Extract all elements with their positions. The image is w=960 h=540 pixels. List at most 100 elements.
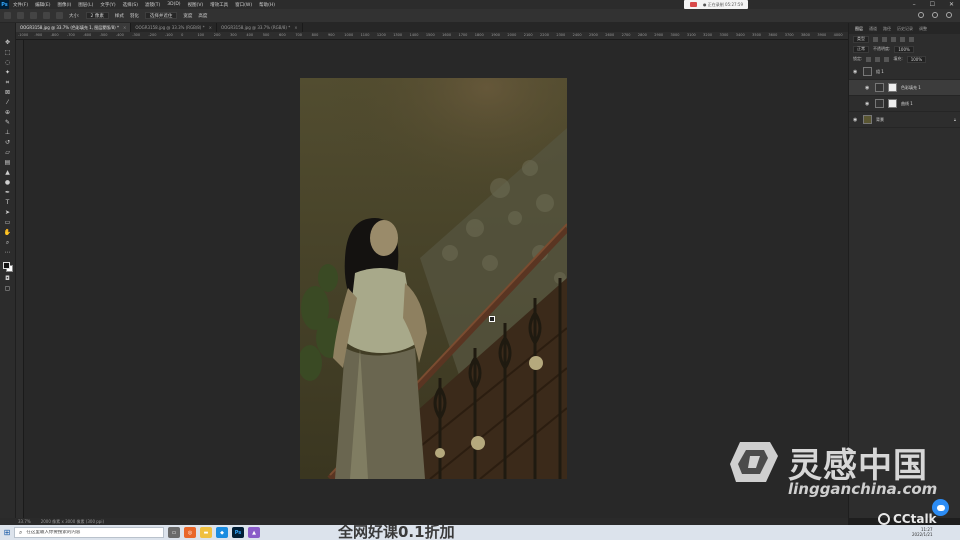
lasso-tool-icon[interactable]: ◌ — [4, 59, 12, 67]
brush-tool-icon[interactable]: ✎ — [4, 119, 12, 127]
filter-pixel-icon[interactable] — [873, 36, 878, 42]
crop-tool-icon[interactable]: ⌗ — [4, 79, 12, 87]
dodge-tool-icon[interactable]: ● — [4, 179, 12, 187]
menu-view[interactable]: 视图(V) — [188, 2, 204, 8]
app-recorder-icon[interactable]: ▲ — [248, 527, 260, 538]
document-info[interactable]: 2000 像素 x 3000 像素 (300 ppi) — [41, 519, 104, 525]
zoom-level[interactable]: 33.7% — [18, 519, 31, 524]
eraser-tool-icon[interactable]: ▱ — [4, 149, 12, 157]
windows-start-icon[interactable]: ⊞ — [0, 525, 14, 540]
lock-all-icon[interactable] — [884, 56, 890, 62]
app-browser-icon[interactable]: ◎ — [184, 527, 196, 538]
menu-image[interactable]: 图像(I) — [57, 2, 71, 8]
layer-row[interactable]: ◉ 曲线 1 — [849, 96, 960, 112]
filter-smart-icon[interactable] — [909, 36, 914, 42]
tab-paths[interactable]: 路径 — [883, 26, 891, 32]
tab-document-3[interactable]: OOGR3158.jpg @ 33.7% (RGB/8) * × — [217, 23, 303, 32]
layer-row[interactable]: ◉ 组 1 — [849, 64, 960, 80]
tool-preset-icon[interactable] — [17, 12, 24, 19]
taskbar-search-input[interactable] — [26, 530, 157, 535]
subtract-selection-icon[interactable] — [56, 12, 63, 19]
filter-adjust-icon[interactable] — [882, 36, 887, 42]
workspace-icon[interactable] — [932, 12, 938, 18]
close-tab-icon[interactable]: × — [294, 25, 297, 30]
share-icon[interactable] — [946, 12, 952, 18]
layer-row[interactable]: ◉ 背景 🔒︎ — [849, 112, 960, 128]
close-icon[interactable]: ✕ — [949, 1, 954, 8]
maximize-icon[interactable]: ☐ — [930, 1, 935, 8]
menu-3d[interactable]: 3D(D) — [167, 2, 180, 8]
tab-channels[interactable]: 通道 — [869, 26, 877, 32]
lock-position-icon[interactable] — [875, 56, 881, 62]
pen-tool-icon[interactable]: ✒ — [4, 189, 12, 197]
healing-brush-icon[interactable]: ⊕ — [4, 109, 12, 117]
menu-layer[interactable]: 图层(L) — [78, 2, 93, 8]
color-swatches[interactable] — [2, 261, 14, 273]
path-select-icon[interactable]: ➤ — [4, 209, 12, 217]
document-canvas-photo[interactable] — [300, 78, 567, 479]
eye-icon[interactable]: ◉ — [865, 85, 871, 91]
search-icon[interactable] — [918, 12, 924, 18]
recording-indicator[interactable]: ● 正在录制 05:27:59 — [684, 0, 748, 9]
layer-filter-select[interactable]: 类型 — [853, 35, 869, 43]
app-chat-icon[interactable]: ◆ — [216, 527, 228, 538]
tab-adjustments[interactable]: 调整 — [919, 26, 927, 32]
feather-label[interactable]: 羽化 — [130, 13, 139, 19]
magic-wand-icon[interactable]: ✦ — [4, 69, 12, 77]
menu-plugins[interactable]: 增效工具 — [210, 2, 228, 8]
filter-shape-icon[interactable] — [900, 36, 905, 42]
eye-icon[interactable]: ◉ — [853, 117, 859, 123]
close-tab-icon[interactable]: × — [123, 25, 126, 30]
menu-window[interactable]: 窗口(W) — [235, 2, 252, 8]
style-label[interactable]: 样式 — [115, 13, 124, 19]
move-tool-icon[interactable]: ✥ — [4, 39, 12, 47]
tab-document-1[interactable]: OOGR3158.jpg @ 33.7% (色彩填充 1, 图层蒙版/8) * × — [16, 23, 132, 32]
opacity-input[interactable]: 100% — [894, 45, 914, 53]
gradient-tool-icon[interactable]: ▤ — [4, 159, 12, 167]
new-selection-icon[interactable] — [30, 12, 37, 19]
layer-row-selected[interactable]: ◉ 色彩填充 1 — [849, 80, 960, 96]
foreground-color-swatch[interactable] — [2, 262, 10, 269]
menu-filter[interactable]: 滤镜(T) — [145, 2, 160, 8]
menu-select[interactable]: 选择(S) — [123, 2, 138, 8]
eyedropper-icon[interactable]: ⁄ — [4, 99, 12, 107]
filter-type-icon[interactable] — [891, 36, 896, 42]
zoom-tool-icon[interactable]: ⌕ — [4, 239, 12, 247]
app-folder-icon[interactable]: ▬ — [200, 527, 212, 538]
taskbar-search[interactable]: ⌕ — [14, 527, 164, 538]
eye-icon[interactable]: ◉ — [853, 69, 859, 75]
stamp-tool-icon[interactable]: ⊥ — [4, 129, 12, 137]
menu-help[interactable]: 帮助(H) — [259, 2, 275, 8]
add-selection-icon[interactable] — [43, 12, 50, 19]
select-and-mask-button[interactable]: 选择并遮住 — [144, 12, 178, 19]
tab-history[interactable]: 历史记录 — [897, 26, 913, 32]
tab-document-2[interactable]: OOGR3158.jpg @ 33.3% (RGB/8) * × — [131, 23, 217, 32]
home-icon[interactable] — [4, 12, 11, 19]
ruler-tick-label: 3500 — [752, 33, 762, 37]
marquee-tool-icon[interactable]: ⬚ — [4, 49, 12, 57]
menu-type[interactable]: 文字(Y) — [100, 2, 115, 8]
app-photoshop-icon[interactable]: Ps — [232, 527, 244, 538]
close-tab-icon[interactable]: × — [209, 25, 212, 30]
canvas-area[interactable] — [24, 40, 848, 518]
history-brush-icon[interactable]: ↺ — [4, 139, 12, 147]
task-view-icon[interactable]: ▭ — [168, 527, 180, 538]
size-input[interactable]: 2 像素 — [85, 12, 109, 19]
more-tools-icon[interactable]: ⋯ — [4, 249, 12, 257]
frame-tool-icon[interactable]: ⊠ — [4, 89, 12, 97]
quick-mask-icon[interactable]: ◘ — [4, 275, 12, 283]
minimize-icon[interactable]: – — [913, 1, 916, 8]
menu-file[interactable]: 文件(F) — [13, 2, 28, 8]
screen-mode-icon[interactable]: ▢ — [4, 285, 12, 293]
eye-icon[interactable]: ◉ — [865, 101, 871, 107]
system-clock[interactable]: 11:27 2022/1/21 — [912, 527, 933, 537]
shape-tool-icon[interactable]: ▭ — [4, 219, 12, 227]
fill-input[interactable]: 100% — [906, 55, 927, 63]
tab-layers[interactable]: 图层 — [855, 26, 863, 32]
type-tool-icon[interactable]: T — [4, 199, 12, 207]
lock-pixels-icon[interactable] — [866, 56, 872, 62]
blend-mode-select[interactable]: 正常 — [853, 45, 869, 53]
menu-edit[interactable]: 编辑(E) — [35, 2, 50, 8]
blur-tool-icon[interactable]: ▲ — [4, 169, 12, 177]
hand-tool-icon[interactable]: ✋ — [4, 229, 12, 237]
